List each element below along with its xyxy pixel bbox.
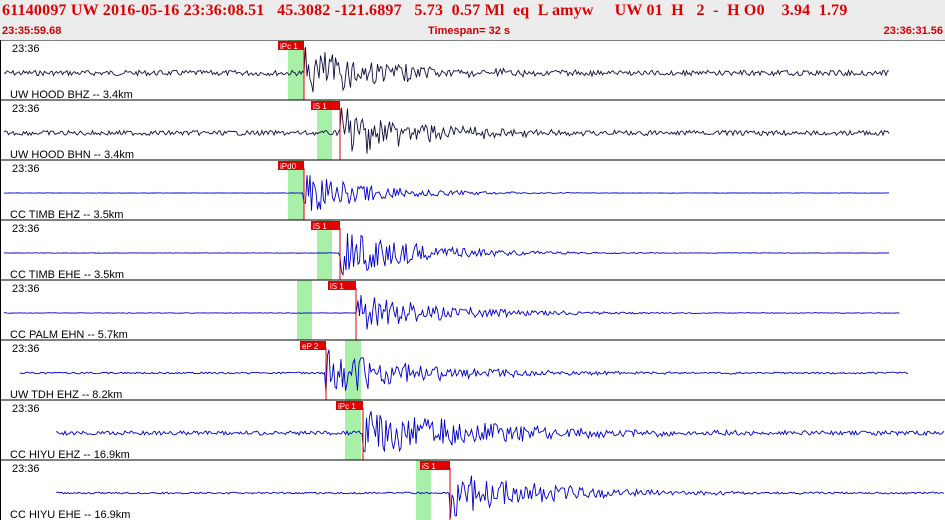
seismogram-panel[interactable]: iPc 1 23:36 UW HOOD BHZ -- 3.4km iS 1 23:36 U… bbox=[0, 40, 945, 520]
trace-row[interactable]: iS 1 23:36 CC PALM EHN -- 5.7km bbox=[0, 279, 945, 341]
pick-label: iPc 1 bbox=[338, 402, 356, 411]
trace-row[interactable]: iS 1 23:36 CC HIYU EHE -- 16.9km bbox=[0, 459, 945, 520]
trace-time-label: 23:36 bbox=[12, 223, 40, 235]
station-label: UW TDH EHZ -- 8.2km bbox=[10, 389, 122, 401]
pick-label: eP 2 bbox=[302, 342, 319, 351]
waveform-trace bbox=[55, 411, 945, 453]
pick-label: iS 1 bbox=[313, 102, 327, 111]
trace-row[interactable]: eP 2 23:36 UW TDH EHZ -- 8.2km bbox=[0, 339, 945, 401]
trace-row[interactable]: iS 1 23:36 UW HOOD BHN -- 3.4km bbox=[0, 99, 945, 161]
waveform-trace bbox=[3, 175, 890, 211]
waveform-trace bbox=[3, 295, 900, 330]
station-label: CC HIYU EHE -- 16.9km bbox=[10, 509, 130, 520]
pick-window-highlight bbox=[297, 280, 312, 340]
pick-label: iS 1 bbox=[330, 282, 344, 291]
pick-label: iS 1 bbox=[422, 462, 436, 471]
station-label: CC TIMB EHE -- 3.5km bbox=[10, 269, 124, 281]
station-label: UW HOOD BHN -- 3.4km bbox=[10, 149, 134, 161]
trace-time-label: 23:36 bbox=[12, 43, 40, 55]
trace-time-label: 23:36 bbox=[12, 163, 40, 175]
event-summary-title: 61140097 UW 2016-05-16 23:36:08.51 45.30… bbox=[2, 2, 848, 19]
pick-label: iPc 1 bbox=[280, 42, 298, 51]
trace-time-label: 23:36 bbox=[12, 343, 40, 355]
pick-label: iPd0 bbox=[280, 162, 297, 171]
trace-time-label: 23:36 bbox=[12, 403, 40, 415]
trace-row[interactable]: iPc 1 23:36 UW HOOD BHZ -- 3.4km bbox=[0, 40, 945, 101]
waveform-trace bbox=[3, 107, 890, 154]
pick-label: iS 1 bbox=[313, 222, 327, 231]
waveform-trace bbox=[3, 46, 889, 93]
window-end-time: 23:36:31.56 bbox=[883, 25, 943, 37]
station-label: CC TIMB EHZ -- 3.5km bbox=[10, 209, 123, 221]
window-start-time: 23:35:59.68 bbox=[2, 25, 62, 37]
waveform-trace bbox=[55, 475, 944, 518]
waveform-trace bbox=[19, 349, 909, 393]
station-label: CC PALM EHN -- 5.7km bbox=[10, 329, 128, 341]
trace-row[interactable]: iPc 1 23:36 CC HIYU EHZ -- 16.9km bbox=[0, 399, 945, 461]
trace-row[interactable]: iS 1 23:36 CC TIMB EHE -- 3.5km bbox=[0, 219, 945, 281]
trace-time-label: 23:36 bbox=[12, 103, 40, 115]
station-label: UW HOOD BHZ -- 3.4km bbox=[10, 89, 133, 101]
event-header: 61140097 UW 2016-05-16 23:36:08.51 45.30… bbox=[0, 0, 945, 40]
waveform-trace bbox=[3, 233, 890, 277]
timespan-label: Timespan= 32 s bbox=[428, 25, 511, 37]
station-label: CC HIYU EHZ -- 16.9km bbox=[10, 449, 130, 461]
trace-time-label: 23:36 bbox=[12, 283, 40, 295]
trace-row[interactable]: iPd0 23:36 CC TIMB EHZ -- 3.5km bbox=[0, 159, 945, 221]
trace-time-label: 23:36 bbox=[12, 463, 40, 475]
